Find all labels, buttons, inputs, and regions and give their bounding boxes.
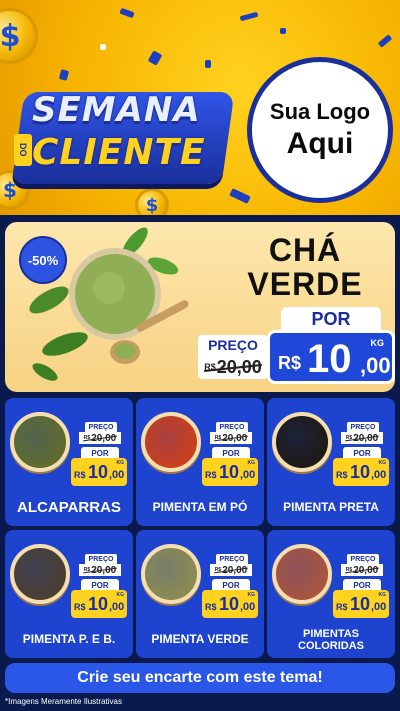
product-image — [272, 412, 332, 472]
product-image — [10, 544, 70, 604]
old-price-label: PREÇO — [198, 335, 268, 355]
product-card[interactable]: PREÇO R$ 20,00 POR R$ 10 ,00 KG PIMENTA … — [136, 530, 264, 658]
featured-product-title: CHÁ VERDE — [225, 232, 385, 302]
discount-badge: -50% — [19, 236, 67, 284]
product-image — [141, 544, 201, 604]
old-price-label: PREÇO — [85, 422, 117, 432]
confetti-shape — [239, 11, 259, 22]
event-title-small: DO — [14, 134, 32, 166]
confetti-shape — [280, 28, 286, 34]
featured-title-line2: VERDE — [247, 265, 363, 302]
logo-text-line2: Aqui — [286, 127, 354, 160]
old-price: R$ 20,00 — [341, 432, 383, 444]
event-title-badge: SEMANA DO CLIENTE — [10, 82, 235, 194]
old-price: R$ 20,00 — [79, 564, 121, 576]
confetti-shape — [100, 44, 106, 50]
old-price: R$ 20,00 — [341, 564, 383, 576]
new-price: R$ 10 ,00 KG — [202, 458, 258, 486]
disclaimer-text: *Imagens Meramente Ilustrativas — [5, 697, 122, 706]
product-image — [10, 412, 70, 472]
old-price: R$ 20,00 — [210, 432, 252, 444]
product-card[interactable]: PREÇO R$ 20,00 POR R$ 10 ,00 KG ALCAPARR… — [5, 398, 133, 526]
old-price-label: PREÇO — [216, 554, 248, 564]
new-price: R$ 10 ,00 KG — [333, 458, 389, 486]
product-card[interactable]: PREÇO R$ 20,00 POR R$ 10 ,00 KG PIMENTA … — [5, 530, 133, 658]
product-name: PIMENTA PRETA — [283, 500, 379, 515]
product-name: ALCAPARRAS — [17, 498, 121, 516]
confetti-shape — [119, 7, 135, 19]
featured-title-line1: CHÁ — [268, 232, 342, 268]
logo-text-line1: Sua Logo — [269, 99, 371, 124]
old-price: R$ 20,00 — [79, 432, 121, 444]
confetti-shape — [147, 50, 163, 66]
product-name: PIMENTA VERDE — [151, 632, 249, 647]
coin-icon: $ — [0, 8, 38, 64]
event-title-line2: CLIENTE — [32, 132, 206, 173]
old-price-label: PREÇO — [347, 422, 379, 432]
old-price: R$ 20,00 — [198, 355, 268, 379]
product-name: PIMENTA EM PÓ — [152, 500, 248, 515]
product-card[interactable]: PREÇO R$ 20,00 POR R$ 10 ,00 KG PIMENTAS… — [267, 530, 395, 658]
old-price-label: PREÇO — [216, 422, 248, 432]
logo-placeholder[interactable]: Sua Logo Aqui — [247, 57, 393, 203]
confetti-shape — [58, 69, 70, 81]
event-title-line1: SEMANA — [32, 90, 201, 130]
new-price: R$ 10 ,00 KG — [71, 458, 127, 486]
product-card[interactable]: PREÇO R$ 20,00 POR R$ 10 ,00 KG PIMENTA … — [136, 398, 264, 526]
new-price: R$ 10 ,00 KG — [267, 330, 395, 384]
product-name: PIMENTA P. E B. — [22, 632, 116, 647]
old-price-label: PREÇO — [347, 554, 379, 564]
product-image — [141, 412, 201, 472]
new-price: R$ 10 ,00 KG — [71, 590, 127, 618]
new-price: R$ 10 ,00 KG — [202, 590, 258, 618]
product-image — [272, 544, 332, 604]
old-price-label: PREÇO — [85, 554, 117, 564]
new-price-label: POR — [281, 307, 381, 331]
new-price: R$ 10 ,00 KG — [333, 590, 389, 618]
product-name: PIMENTAS COLORIDAS — [298, 627, 364, 652]
featured-product-card[interactable]: -50% CHÁ VERDE PREÇO R$ 20,00 POR R$ 10 … — [5, 222, 395, 392]
product-card[interactable]: PREÇO R$ 20,00 POR R$ 10 ,00 KG PIMENTA … — [267, 398, 395, 526]
confetti-shape — [205, 60, 211, 68]
header-banner: $ $ $ SEMANA DO CLIENTE Sua Logo Aqui — [0, 0, 400, 215]
confetti-shape — [229, 188, 251, 204]
old-price: R$ 20,00 — [210, 564, 252, 576]
cta-banner[interactable]: Crie seu encarte com este tema! — [5, 663, 395, 693]
confetti-shape — [377, 34, 393, 48]
